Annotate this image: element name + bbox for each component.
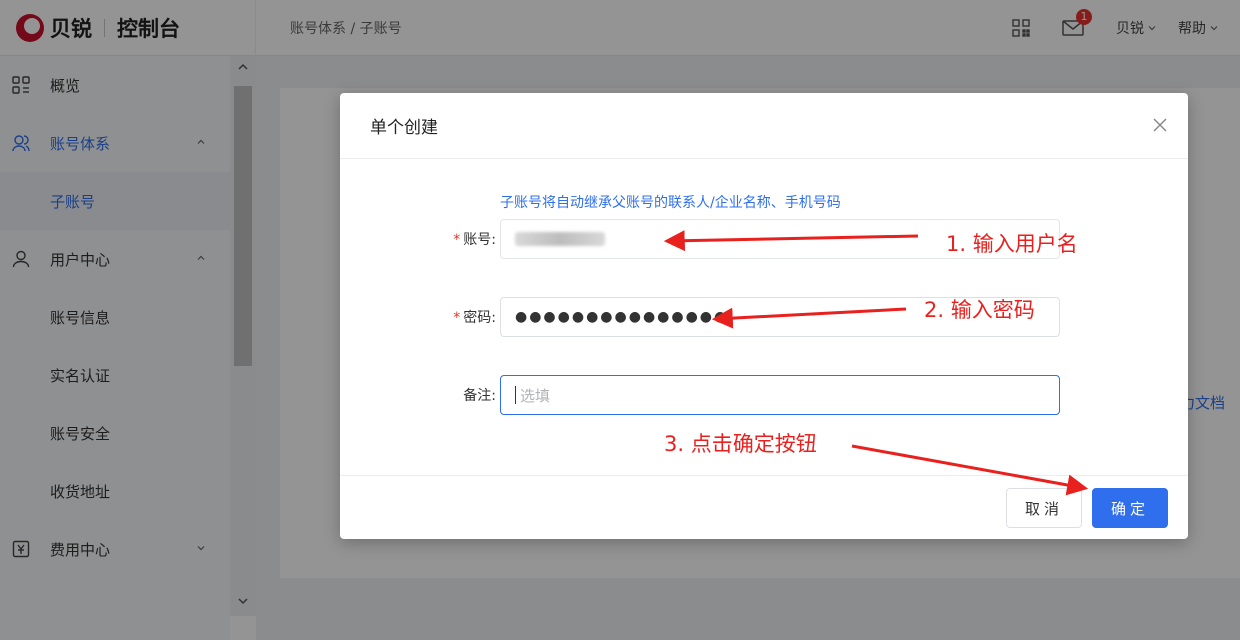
- required-mark: *: [453, 232, 461, 248]
- inherit-notice: 子账号将自动继承父账号的联系人/企业名称、手机号码: [500, 195, 841, 211]
- create-sub-account-dialog: 单个创建 子账号将自动继承父账号的联系人/企业名称、手机号码 * 账号: * 密码:…: [340, 93, 1188, 539]
- redacted-username: [515, 232, 605, 246]
- note-placeholder: 选填: [520, 386, 551, 405]
- note-input[interactable]: 选填: [500, 375, 1060, 415]
- confirm-button[interactable]: 确定: [1092, 488, 1168, 528]
- password-row: * 密码: ●●●●●●●●●●●●●●●: [340, 297, 1188, 337]
- password-label: * 密码:: [400, 307, 496, 327]
- note-row: 备注: 选填: [340, 375, 1188, 415]
- close-icon[interactable]: [1152, 117, 1168, 133]
- note-label: 备注:: [463, 388, 496, 404]
- dialog-header: 单个创建: [340, 93, 1188, 159]
- required-mark: *: [453, 310, 461, 326]
- password-value: ●●●●●●●●●●●●●●●: [515, 309, 729, 325]
- text-caret: [515, 386, 516, 404]
- account-label: * 账号:: [400, 229, 496, 249]
- dialog-title: 单个创建: [370, 118, 438, 138]
- account-label-text: 账号:: [463, 232, 496, 248]
- cancel-button[interactable]: 取消: [1006, 488, 1082, 528]
- password-label-text: 密码:: [463, 310, 496, 326]
- dialog-footer: 取消 确定: [340, 475, 1188, 539]
- annotation-step-1: 1. 输入用户名: [946, 232, 1078, 256]
- annotation-step-2: 2. 输入密码: [924, 298, 1035, 322]
- annotation-step-3: 3. 点击确定按钮: [664, 432, 817, 456]
